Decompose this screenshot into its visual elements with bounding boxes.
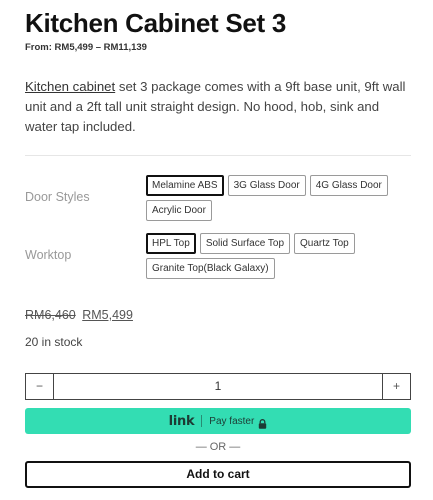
- link-pay-label: Pay faster: [209, 415, 255, 427]
- sale-price: RM5,499: [82, 308, 133, 322]
- door-styles-options: Melamine ABS 3G Glass Door 4G Glass Door…: [146, 175, 411, 221]
- product-description: Kitchen cabinet set 3 package comes with…: [25, 77, 411, 137]
- add-to-cart-button[interactable]: Add to cart: [25, 461, 411, 488]
- quantity-stepper: − 1 +: [25, 373, 411, 400]
- price-block: RM6,460 RM5,499: [25, 308, 133, 322]
- door-styles-label: Door Styles: [25, 190, 90, 204]
- link-separator: [201, 415, 203, 427]
- description-link[interactable]: Kitchen cabinet: [25, 79, 115, 94]
- option-solid-surface-top[interactable]: Solid Surface Top: [199, 233, 291, 254]
- option-hpl-top[interactable]: HPL Top: [146, 233, 196, 254]
- option-granite-top[interactable]: Granite Top(Black Galaxy): [146, 258, 275, 279]
- worktop-label: Worktop: [25, 248, 72, 262]
- product-title: Kitchen Cabinet Set 3: [25, 8, 286, 38]
- quantity-decrease-button[interactable]: −: [26, 374, 54, 399]
- option-acrylic-door[interactable]: Acrylic Door: [146, 200, 212, 221]
- link-logo: link: [168, 413, 195, 429]
- stock-status: 20 in stock: [25, 335, 83, 349]
- or-divider: — OR —: [195, 441, 241, 453]
- option-quartz-top[interactable]: Quartz Top: [294, 233, 355, 254]
- worktop-options: HPL Top Solid Surface Top Quartz Top Gra…: [146, 233, 411, 279]
- option-melamine-abs[interactable]: Melamine ABS: [146, 175, 224, 196]
- price-range: From: RM5,499 – RM11,139: [25, 42, 147, 53]
- option-3g-glass-door[interactable]: 3G Glass Door: [227, 175, 306, 196]
- divider: [25, 155, 411, 156]
- link-pay-button[interactable]: link Pay faster: [25, 408, 411, 434]
- old-price: RM6,460: [25, 308, 76, 322]
- quantity-increase-button[interactable]: +: [382, 374, 410, 399]
- option-4g-glass-door[interactable]: 4G Glass Door: [309, 175, 388, 196]
- quantity-input[interactable]: 1: [54, 374, 382, 399]
- lock-icon: [258, 416, 267, 429]
